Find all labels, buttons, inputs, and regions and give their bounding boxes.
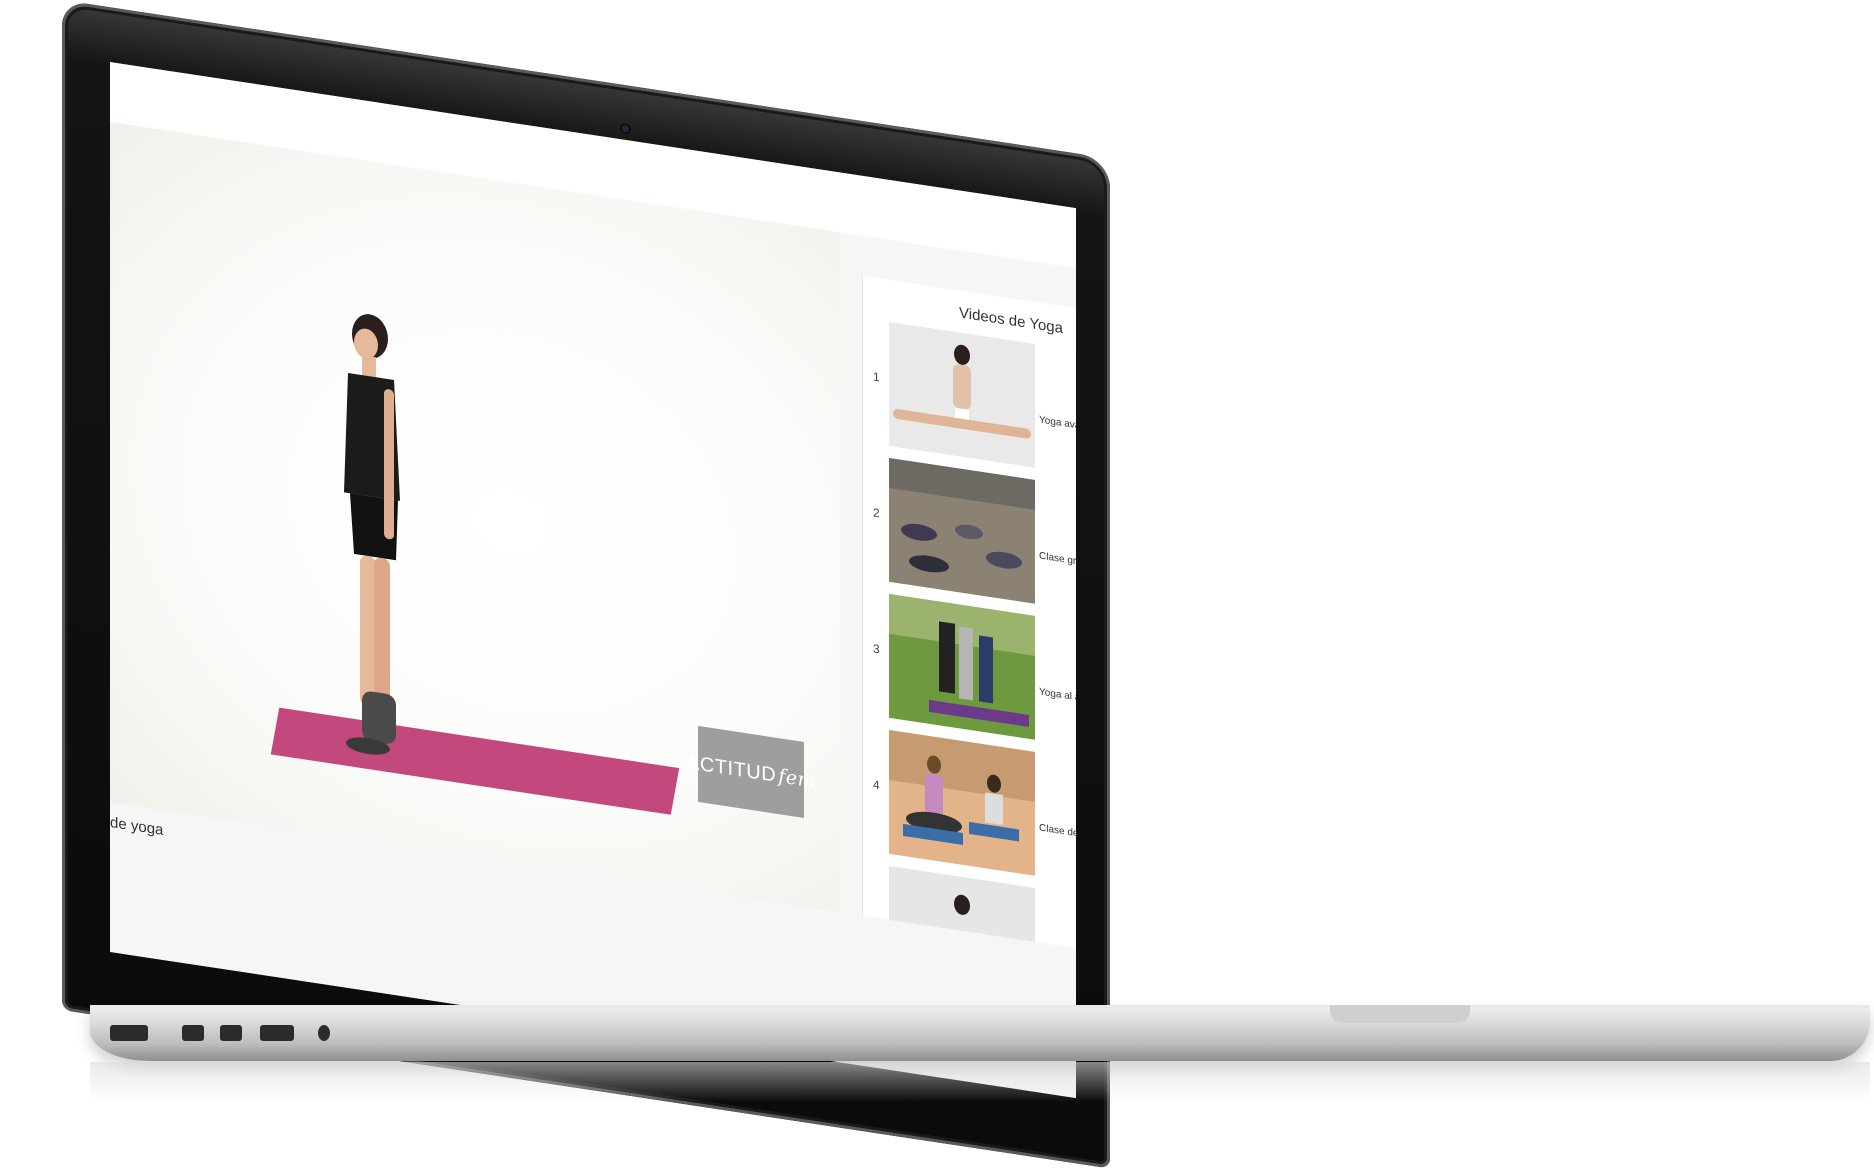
thumbnail-outdoor	[889, 593, 1035, 740]
yoga-instructor-figure	[344, 314, 400, 755]
item-title: Clase graba	[1039, 550, 1076, 568]
item-title: Clase de yo	[1039, 822, 1076, 840]
base-edge	[90, 1005, 1870, 1009]
laptop-reflection	[90, 1062, 1870, 1102]
laptop-screen: ACTITUD fem de yoga Videos de Yoga 1 Yoga…	[110, 62, 1076, 1099]
thumbnail-split-pose	[889, 321, 1035, 468]
playlist-item[interactable]: 2 Clase graba	[863, 454, 1076, 614]
webcam-icon	[622, 124, 629, 133]
hdmi-port-icon	[260, 1025, 294, 1041]
item-number: 1	[873, 369, 880, 385]
playlist-item[interactable]: 3 Yoga al aire	[863, 590, 1076, 750]
item-number: 4	[873, 777, 880, 793]
item-number: 3	[873, 641, 880, 657]
playlist-title: Videos de Yoga	[959, 304, 1063, 338]
actitudfem-logo: ACTITUD fem	[686, 725, 816, 818]
playlist-item[interactable]: 4 Clase de yo	[863, 726, 1076, 886]
usb-port-icon	[110, 1025, 148, 1041]
thunderbolt-port-icon	[220, 1025, 242, 1041]
item-title: Yoga al aire	[1039, 686, 1076, 703]
item-title: Yoga avanz	[1039, 414, 1076, 432]
playlist-item[interactable]: 1 Yoga avanz	[863, 318, 1076, 478]
logo-script-text: fem	[778, 765, 816, 793]
thumbnail-class	[889, 457, 1035, 604]
thunderbolt-port-icon	[182, 1025, 204, 1041]
thumbnail-meditation	[889, 729, 1035, 876]
video-caption: de yoga	[110, 814, 164, 840]
video-player[interactable]: ACTITUD fem	[110, 122, 840, 913]
playlist-sidebar: Videos de Yoga 1 Yoga avanz 2 Clase grab…	[862, 275, 1076, 949]
laptop-base	[90, 1005, 1870, 1061]
headphone-jack-icon	[318, 1025, 330, 1041]
thumbnail-partial	[889, 865, 1035, 949]
lid-opening-notch	[1330, 1005, 1470, 1023]
logo-text: ACTITUD	[686, 750, 777, 787]
item-number: 2	[873, 505, 880, 521]
